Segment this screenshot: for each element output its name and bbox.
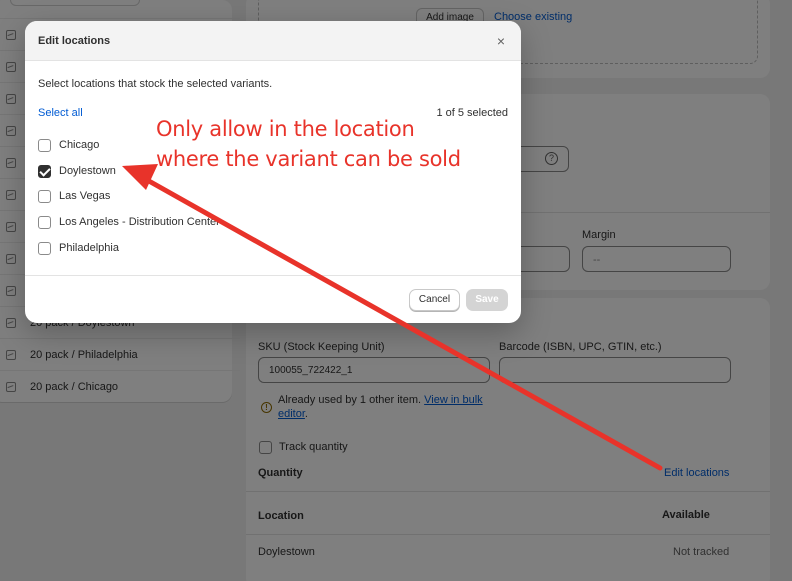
location-option[interactable]: Philadelphia [38, 240, 119, 256]
close-icon[interactable]: × [493, 33, 509, 49]
location-checkbox[interactable] [38, 164, 51, 178]
location-checkbox[interactable] [38, 138, 51, 152]
location-option-label: Doylestown [59, 165, 116, 177]
location-checkbox[interactable] [38, 189, 51, 203]
location-option[interactable]: Chicago [38, 137, 99, 153]
location-checkbox[interactable] [38, 215, 51, 229]
annotation-line-2: where the variant can be sold [156, 147, 461, 171]
divider [25, 275, 521, 276]
location-option[interactable]: Las Vegas [38, 188, 110, 204]
location-option-label: Los Angeles - Distribution Center [59, 216, 220, 228]
cancel-button[interactable]: Cancel [409, 289, 460, 311]
save-button[interactable]: Save [466, 289, 508, 311]
location-option-label: Chicago [59, 139, 100, 151]
modal-header: Edit locations × [25, 21, 521, 61]
modal-title: Edit locations [38, 35, 111, 47]
location-option-label: Philadelphia [59, 242, 119, 254]
select-all-link[interactable]: Select all [38, 107, 83, 119]
location-option[interactable]: Doylestown [38, 163, 116, 179]
annotation-text: Only allow in the location where the var… [156, 114, 516, 174]
annotation-line-1: Only allow in the location [156, 117, 415, 141]
modal-description: Select locations that stock the selected… [38, 78, 273, 90]
location-option-label: Las Vegas [59, 190, 111, 202]
location-checkbox[interactable] [38, 241, 51, 255]
location-option[interactable]: Los Angeles - Distribution Center [38, 214, 220, 230]
